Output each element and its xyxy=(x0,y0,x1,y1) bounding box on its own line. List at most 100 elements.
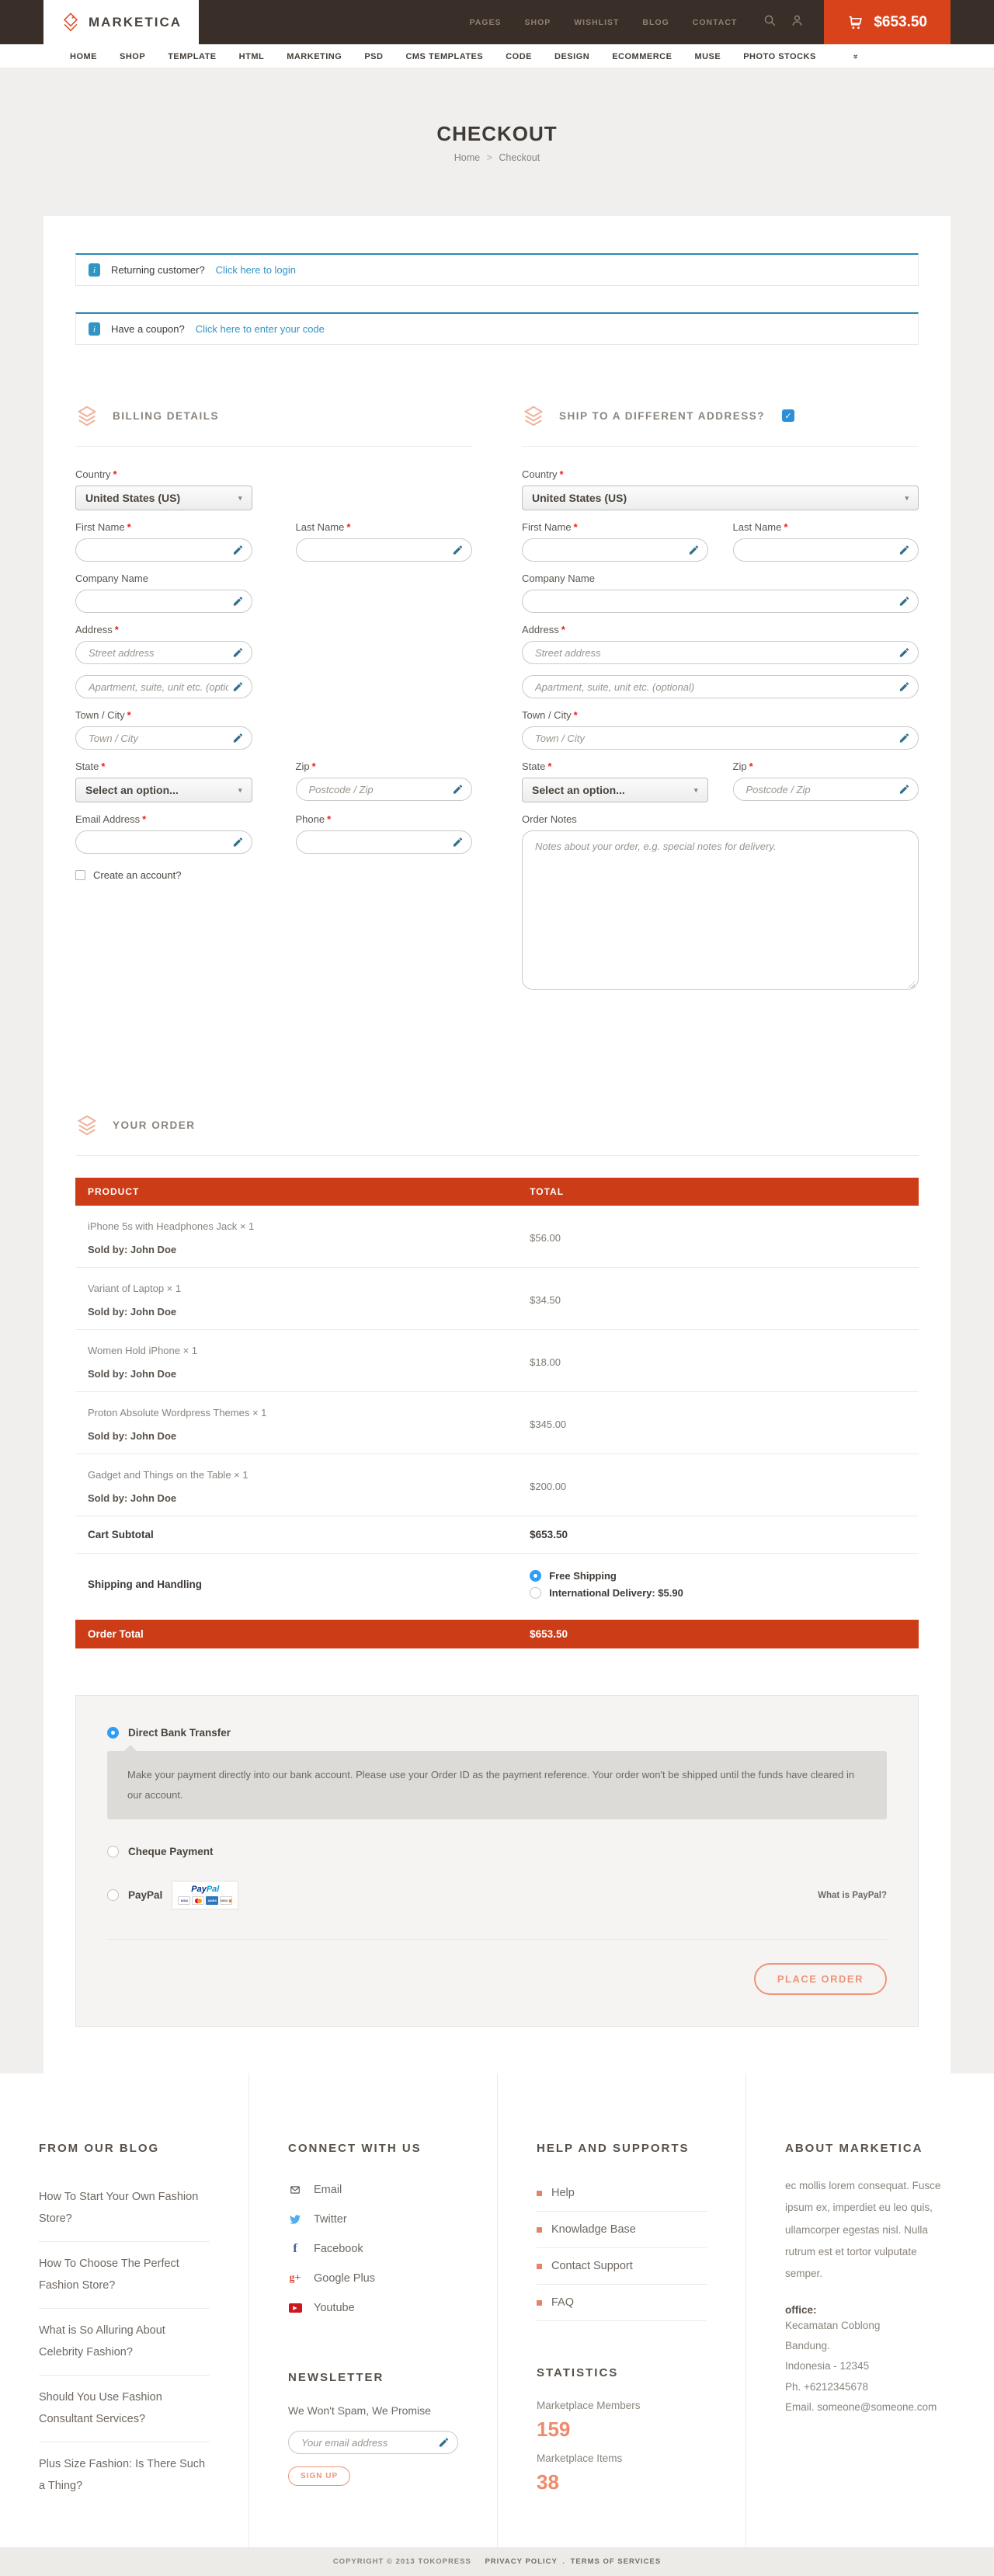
billing-phone-input[interactable] xyxy=(296,830,473,854)
login-link[interactable]: Click here to login xyxy=(216,264,296,276)
radio-paypal[interactable] xyxy=(107,1889,119,1901)
privacy-policy-link[interactable]: PRIVACY POLICY xyxy=(485,2557,557,2566)
shipping-company-input[interactable] xyxy=(522,590,919,613)
bank-transfer-description: Make your payment directly into our bank… xyxy=(107,1751,887,1819)
billing-first-name-label: First Name* xyxy=(75,521,252,533)
menu-cms-templates[interactable]: CMS TEMPLATES xyxy=(405,52,483,61)
top-nav-wishlist[interactable]: WISHLIST xyxy=(574,18,619,27)
order-notes-label: Order Notes xyxy=(522,813,919,825)
main-menubar: HOME SHOP TEMPLATE HTML MARKETING PSD CM… xyxy=(0,44,994,68)
menu-code[interactable]: CODE xyxy=(506,52,532,61)
billing-first-name-input[interactable] xyxy=(75,538,252,562)
social-youtube-link[interactable]: Youtube xyxy=(314,2302,355,2314)
blog-link[interactable]: What is So Alluring About Celebrity Fash… xyxy=(39,2320,210,2363)
notice-text: Have a coupon? xyxy=(111,323,185,335)
billing-state-label: State* xyxy=(75,761,252,772)
newsletter-email-input[interactable] xyxy=(288,2431,458,2454)
coupon-link[interactable]: Click here to enter your code xyxy=(196,323,325,335)
menu-shop[interactable]: SHOP xyxy=(120,52,145,61)
social-facebook-link[interactable]: Facebook xyxy=(314,2243,363,2255)
order-title: YOUR ORDER xyxy=(113,1119,196,1131)
user-account-icon[interactable] xyxy=(791,14,804,31)
shipping-street-input[interactable] xyxy=(522,641,919,664)
cart-button[interactable]: $653.50 xyxy=(824,0,951,44)
shipping-town-input[interactable] xyxy=(522,726,919,750)
billing-state-select[interactable]: Select an option... ▾ xyxy=(75,778,252,802)
top-nav-contact[interactable]: CONTACT xyxy=(693,18,738,27)
help-link[interactable]: Help xyxy=(551,2187,575,2199)
blog-link[interactable]: How To Start Your Own Fashion Store? xyxy=(39,2187,210,2230)
shipping-country-select[interactable]: United States (US) ▾ xyxy=(522,486,919,510)
help-link[interactable]: Knowladge Base xyxy=(551,2223,636,2236)
order-row: Proton Absolute Wordpress Themes × 1 Sol… xyxy=(75,1392,919,1454)
footer-connect-title: CONNECT WITH US xyxy=(288,2142,458,2155)
menu-html[interactable]: HTML xyxy=(239,52,265,61)
billing-street-input[interactable] xyxy=(75,641,252,664)
radio-free-shipping[interactable] xyxy=(530,1570,541,1582)
billing-apartment-input[interactable] xyxy=(75,675,252,698)
menu-template[interactable]: TEMPLATE xyxy=(168,52,216,61)
order-table-header: PRODUCT TOTAL xyxy=(75,1178,919,1206)
billing-country-select[interactable]: United States (US) ▾ xyxy=(75,486,252,510)
social-google-plus-link[interactable]: Google Plus xyxy=(314,2272,375,2285)
shipping-apartment-input[interactable] xyxy=(522,675,919,698)
radio-cheque-payment[interactable] xyxy=(107,1846,119,1857)
shipping-last-name-input[interactable] xyxy=(733,538,919,562)
menu-psd[interactable]: PSD xyxy=(364,52,383,61)
place-order-button[interactable]: PLACE ORDER xyxy=(754,1963,887,1995)
menu-ecommerce[interactable]: ECOMMERCE xyxy=(612,52,672,61)
payment-method-bank[interactable]: Direct Bank Transfer xyxy=(107,1727,887,1739)
ship-different-checkbox[interactable]: ✓ xyxy=(782,409,794,422)
top-nav-blog[interactable]: BLOG xyxy=(642,18,669,27)
product-name: Gadget and Things on the Table × 1 xyxy=(88,1469,530,1481)
billing-phone-label: Phone* xyxy=(296,813,473,825)
blog-link[interactable]: Should You Use Fashion Consultant Servic… xyxy=(39,2387,210,2430)
breadcrumb-home[interactable]: Home xyxy=(454,152,480,163)
shipping-option-free[interactable]: Free Shipping xyxy=(530,1570,906,1582)
payment-panel: Direct Bank Transfer Make your payment d… xyxy=(75,1695,919,2027)
what-is-paypal-link[interactable]: What is PayPal? xyxy=(818,1891,887,1900)
billing-company-input[interactable] xyxy=(75,590,252,613)
order-notes-textarea[interactable] xyxy=(522,830,919,990)
billing-last-name-input[interactable] xyxy=(296,538,473,562)
brand-logo[interactable]: MARKETICA xyxy=(43,0,199,44)
billing-zip-input[interactable] xyxy=(296,778,473,801)
paypal-logo: PayPal xyxy=(191,1885,219,1894)
shipping-zip-input[interactable] xyxy=(733,778,919,801)
shipping-town-label: Town / City* xyxy=(522,709,919,721)
shipping-last-name-label: Last Name* xyxy=(733,521,919,533)
search-icon[interactable] xyxy=(763,14,777,31)
newsletter-signup-button[interactable]: SIGN UP xyxy=(288,2466,350,2486)
billing-town-input[interactable] xyxy=(75,726,252,750)
terms-link[interactable]: TERMS OF SERVICES xyxy=(571,2557,662,2566)
caret-down-icon: ▾ xyxy=(238,786,242,795)
pen-icon xyxy=(232,596,244,607)
menu-home[interactable]: HOME xyxy=(70,52,97,61)
top-nav-pages[interactable]: PAGES xyxy=(470,18,502,27)
chevron-down-icon[interactable]: » xyxy=(850,54,860,59)
blog-link[interactable]: Plus Size Fashion: Is There Such a Thing… xyxy=(39,2454,210,2497)
create-account-checkbox[interactable] xyxy=(75,870,85,880)
shipping-option-international[interactable]: International Delivery: $5.90 xyxy=(530,1587,906,1599)
billing-email-input[interactable] xyxy=(75,830,252,854)
shipping-state-select[interactable]: Select an option... ▾ xyxy=(522,778,708,802)
help-link[interactable]: FAQ xyxy=(551,2296,574,2309)
top-nav-shop[interactable]: SHOP xyxy=(524,18,551,27)
brand-name: MARKETICA xyxy=(89,15,182,30)
social-email-link[interactable]: Email xyxy=(314,2184,342,2196)
blog-link[interactable]: How To Choose The Perfect Fashion Store? xyxy=(39,2254,210,2296)
menu-photo-stocks[interactable]: PHOTO STOCKS xyxy=(743,52,816,61)
checkout-card: i Returning customer? Click here to logi… xyxy=(43,216,951,2073)
menu-muse[interactable]: MUSE xyxy=(694,52,721,61)
menu-marketing[interactable]: MARKETING xyxy=(287,52,342,61)
payment-method-paypal[interactable]: PayPal PayPal VISA AMEX DISC What is Pay… xyxy=(107,1881,887,1909)
payment-method-cheque[interactable]: Cheque Payment xyxy=(107,1846,887,1857)
product-name: Women Hold iPhone × 1 xyxy=(88,1345,530,1356)
radio-direct-bank-transfer[interactable] xyxy=(107,1727,119,1739)
shipping-first-name-input[interactable] xyxy=(522,538,708,562)
menu-design[interactable]: DESIGN xyxy=(554,52,589,61)
radio-international-delivery[interactable] xyxy=(530,1587,541,1599)
help-link[interactable]: Contact Support xyxy=(551,2260,633,2272)
caret-down-icon: ▾ xyxy=(905,494,909,503)
social-twitter-link[interactable]: Twitter xyxy=(314,2213,347,2226)
